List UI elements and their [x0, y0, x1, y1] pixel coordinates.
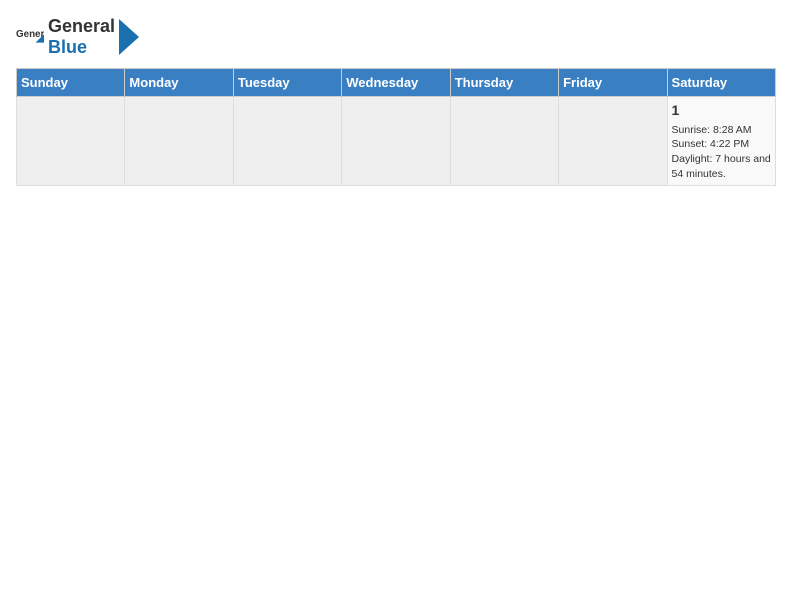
logo-blue-text: Blue [48, 37, 87, 57]
calendar-cell [17, 97, 125, 186]
day-of-week-header: Thursday [450, 69, 558, 97]
day-of-week-header: Saturday [667, 69, 775, 97]
day-of-week-header: Wednesday [342, 69, 450, 97]
calendar-header-row: SundayMondayTuesdayWednesdayThursdayFrid… [17, 69, 776, 97]
day-of-week-header: Friday [559, 69, 667, 97]
calendar-week-row: 1 Sunrise: 8:28 AM Sunset: 4:22 PM Daylight… [17, 97, 776, 186]
logo-general-text: General [48, 16, 115, 36]
svg-text:General: General [16, 29, 44, 40]
calendar-cell [559, 97, 667, 186]
logo: General General Blue [16, 16, 139, 58]
day-number: 1 [672, 101, 771, 121]
page-header: General General Blue [16, 16, 776, 58]
day-of-week-header: Sunday [17, 69, 125, 97]
calendar-cell [342, 97, 450, 186]
calendar-cell [450, 97, 558, 186]
calendar-table: SundayMondayTuesdayWednesdayThursdayFrid… [16, 68, 776, 186]
sunset: Sunset: 4:22 PM [672, 138, 750, 150]
sunrise: Sunrise: 8:28 AM [672, 124, 752, 136]
calendar-cell [125, 97, 233, 186]
logo-chevron-icon [119, 19, 139, 55]
calendar-cell [233, 97, 341, 186]
daylight: Daylight: 7 hours and 54 minutes. [672, 153, 771, 180]
day-of-week-header: Monday [125, 69, 233, 97]
logo-icon: General [16, 23, 44, 51]
day-of-week-header: Tuesday [233, 69, 341, 97]
calendar-cell: 1 Sunrise: 8:28 AM Sunset: 4:22 PM Daylight… [667, 97, 775, 186]
